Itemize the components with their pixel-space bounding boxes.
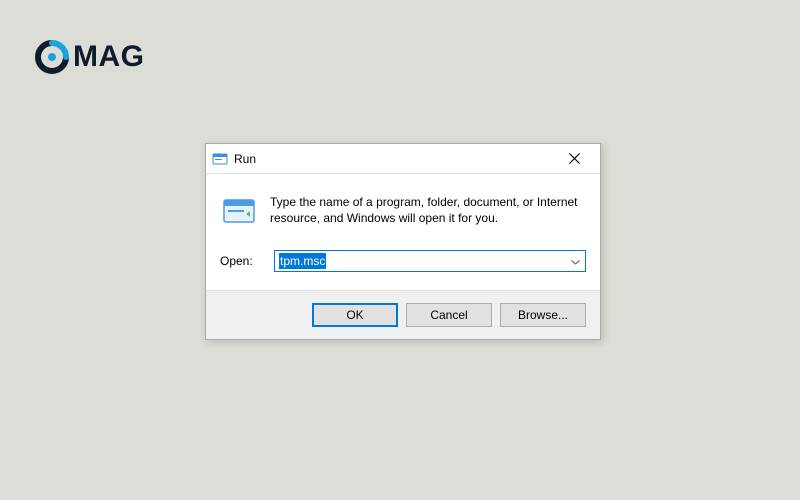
cancel-button[interactable]: Cancel	[406, 303, 492, 327]
open-row: Open: tpm.msc	[206, 242, 600, 290]
close-icon	[569, 153, 580, 164]
titlebar[interactable]: Run	[206, 144, 600, 174]
brand-logo: MAG	[35, 40, 145, 74]
dialog-content: Type the name of a program, folder, docu…	[206, 174, 600, 242]
ok-button[interactable]: OK	[312, 303, 398, 327]
close-button[interactable]	[554, 145, 594, 173]
run-dialog: Run Type the name of a program, folder, …	[205, 143, 601, 340]
browse-button[interactable]: Browse...	[500, 303, 586, 327]
open-combobox[interactable]: tpm.msc	[274, 250, 586, 272]
dialog-title: Run	[234, 152, 554, 166]
run-app-icon	[212, 151, 228, 167]
logo-text: MAG	[73, 40, 145, 74]
button-row: OK Cancel Browse...	[206, 290, 600, 339]
dialog-description: Type the name of a program, folder, docu…	[270, 194, 586, 226]
open-input[interactable]	[274, 250, 586, 272]
run-large-icon	[222, 194, 256, 228]
logo-icon	[35, 40, 69, 74]
open-label: Open:	[220, 254, 264, 268]
